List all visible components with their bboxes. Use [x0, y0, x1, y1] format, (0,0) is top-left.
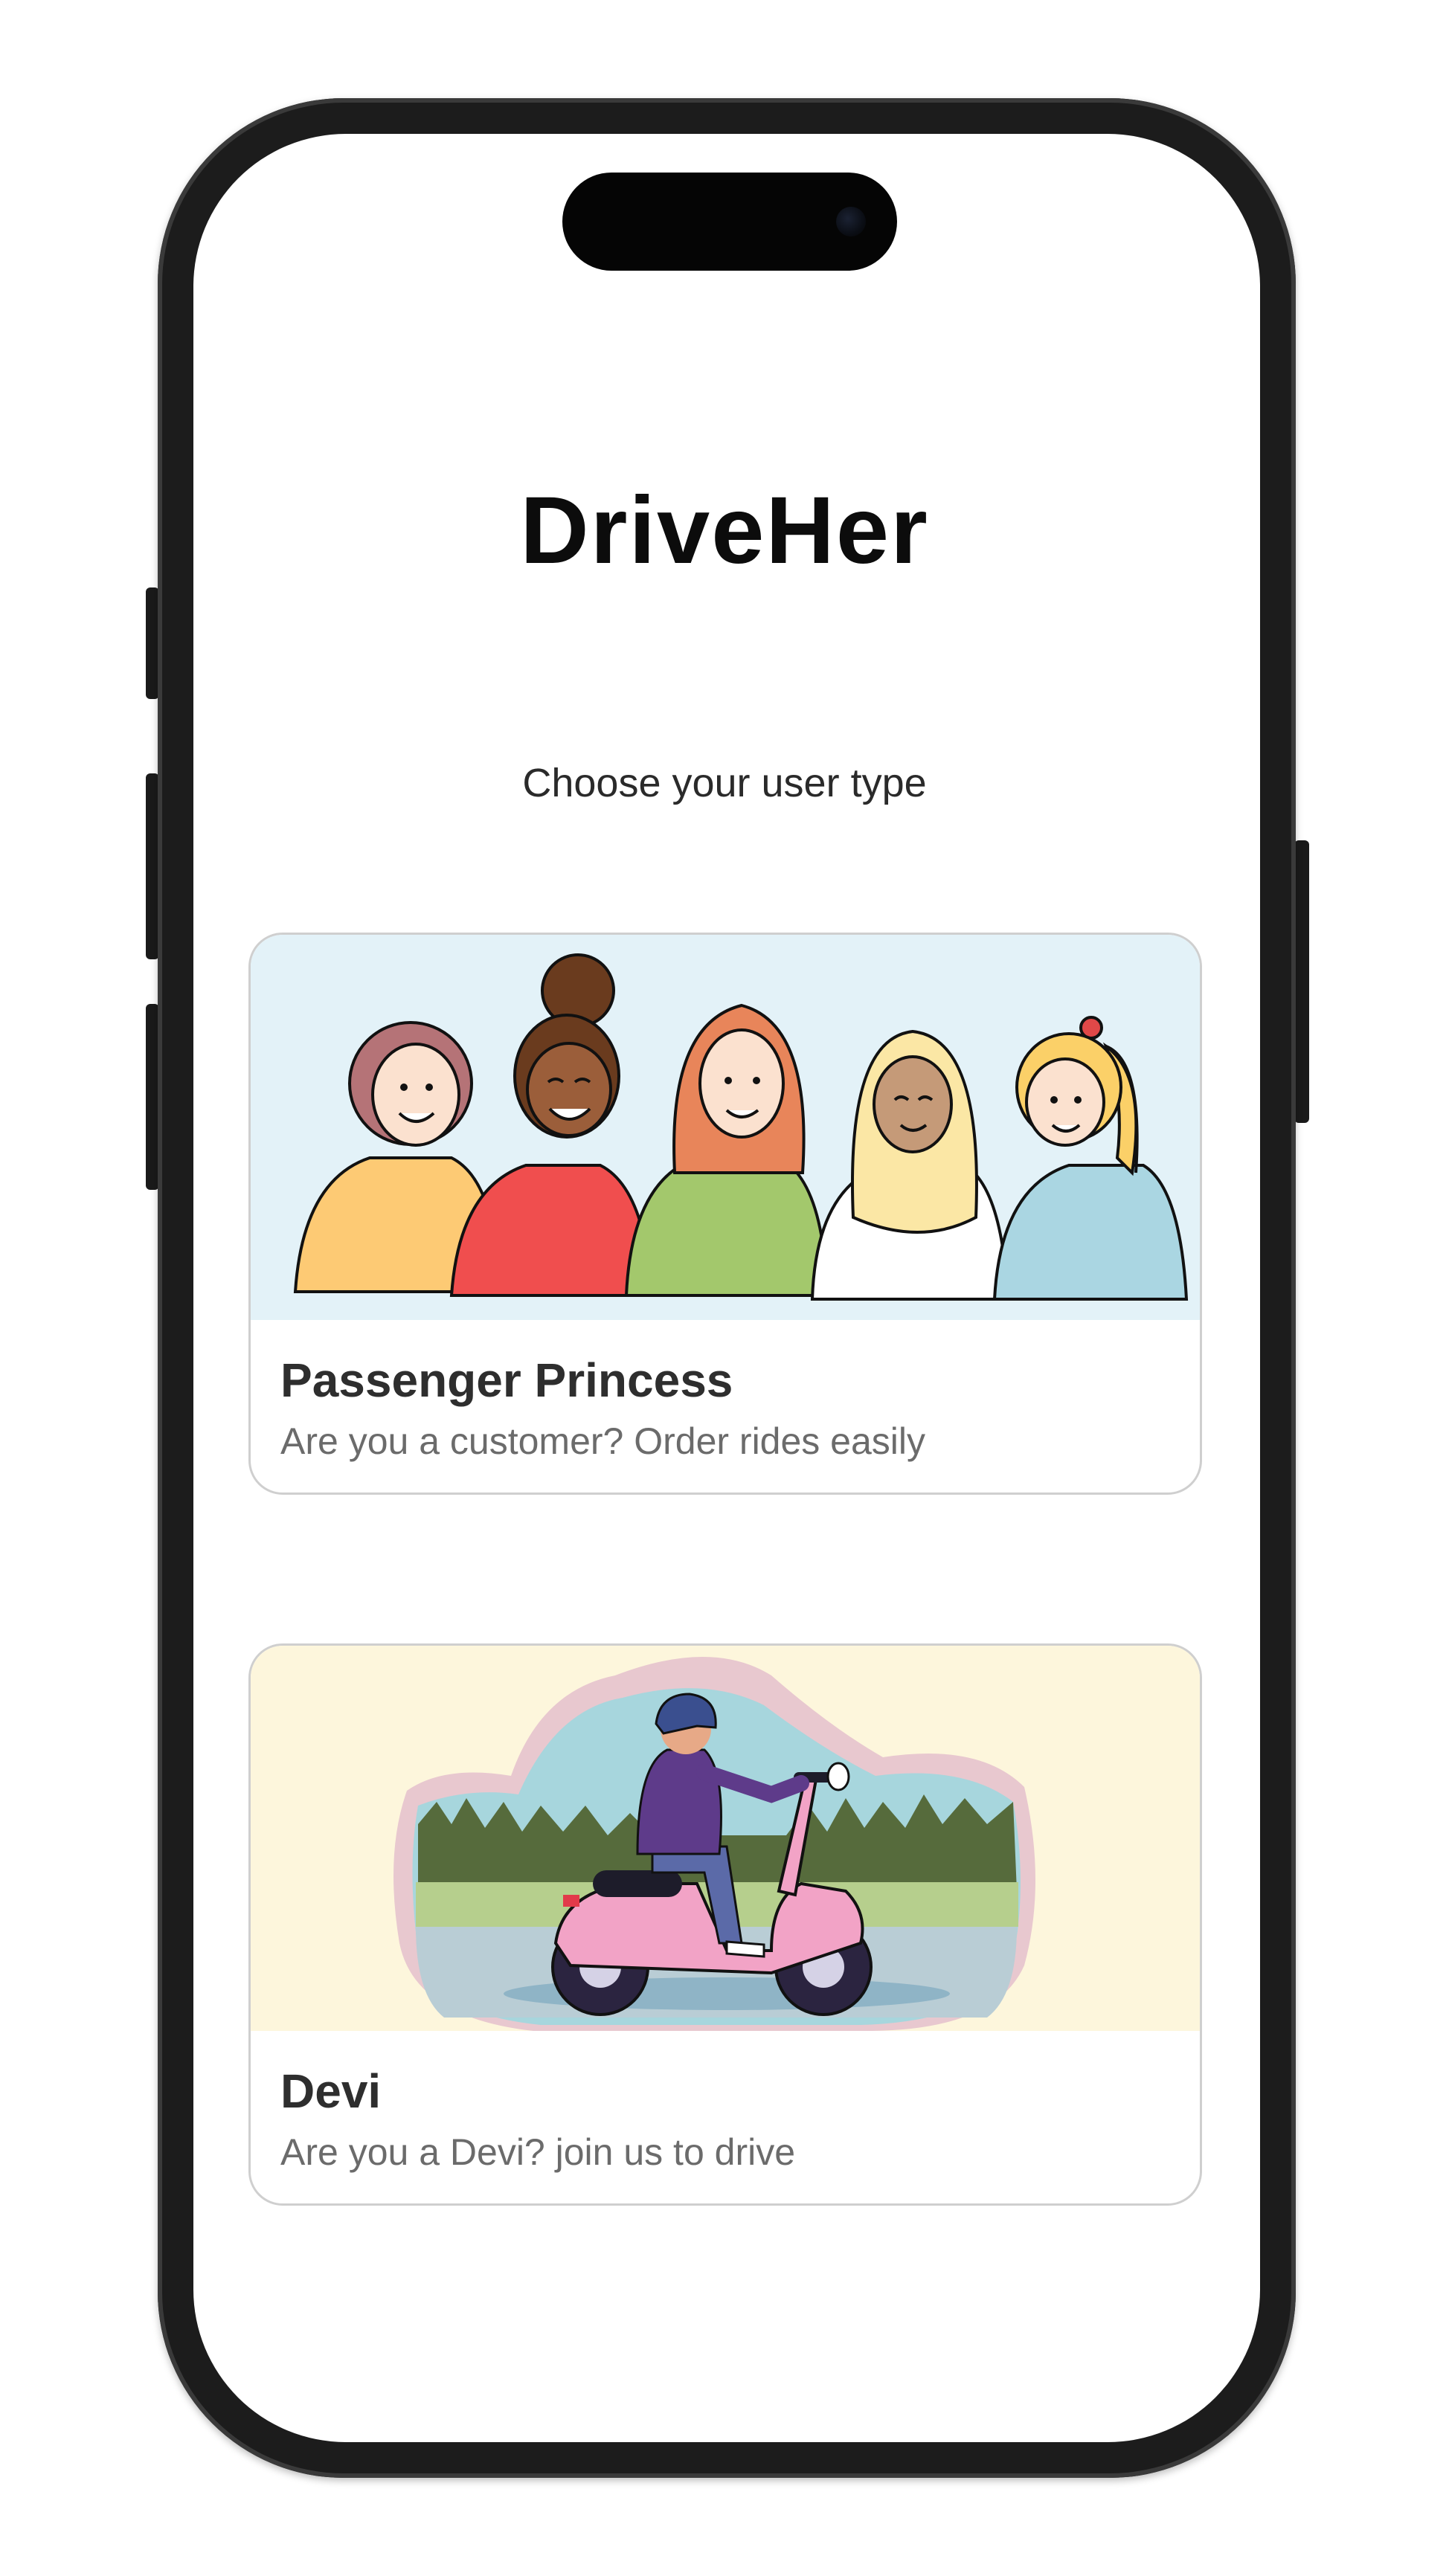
woman-riding-scooter-illustration	[251, 1646, 1200, 2031]
devi-card[interactable]: Devi Are you a Devi? join us to drive	[248, 1643, 1202, 2206]
passenger-card[interactable]: Passenger Princess Are you a customer? O…	[248, 933, 1202, 1495]
card-description: Are you a Devi? join us to drive	[280, 2131, 796, 2173]
group-of-women-illustration	[251, 935, 1200, 1320]
card-description: Are you a customer? Order rides easily	[280, 1420, 926, 1462]
card-title: Devi	[280, 2064, 382, 2118]
card-title: Passenger Princess	[280, 1353, 733, 1407]
dynamic-island	[562, 173, 897, 271]
front-camera-icon	[836, 207, 866, 236]
power-button	[1294, 840, 1309, 1123]
page-subtitle: Choose your user type	[522, 761, 927, 805]
app-logo: DriveHer	[520, 477, 929, 584]
stage: DriveHer Choose your user type Passenger…	[0, 0, 1449, 2576]
